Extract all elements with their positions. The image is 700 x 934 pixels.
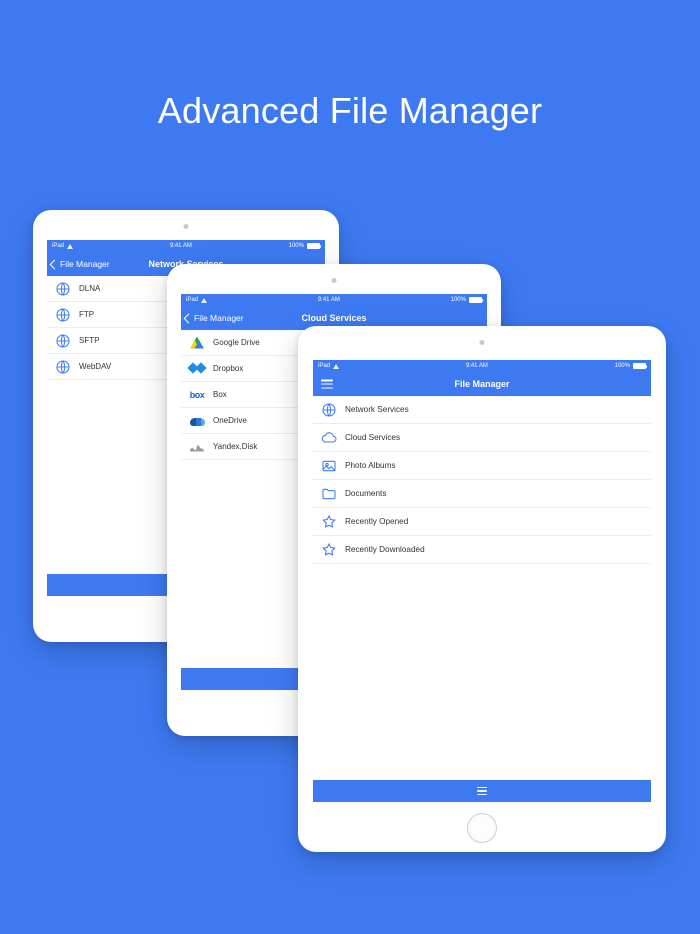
item-label: Box [213, 390, 227, 399]
list-item[interactable]: Documents [313, 480, 651, 508]
back-label: File Manager [194, 313, 244, 323]
yandex-disk-icon [189, 439, 205, 455]
item-label: Yandex.Disk [213, 442, 257, 451]
wifi-icon [67, 244, 73, 249]
onedrive-icon [189, 413, 205, 429]
list-main: Network Services Cloud Services Photo Al… [313, 396, 651, 780]
battery-icon [469, 297, 482, 303]
status-bar: iPad 9:41 AM 100% [181, 294, 487, 306]
back-button[interactable]: File Manager [51, 252, 110, 276]
tablet-main: iPad 9:41 AM 100% File Manager Net [298, 326, 666, 852]
google-drive-icon [189, 335, 205, 351]
nav-bar: File Manager [313, 372, 651, 396]
status-battery-label: 100% [451, 297, 466, 303]
photo-icon [321, 458, 337, 474]
item-label: Documents [345, 489, 386, 498]
star-icon [321, 514, 337, 530]
network-icon [55, 281, 71, 297]
bottom-bar [313, 780, 651, 802]
battery-icon [307, 243, 320, 249]
status-time: 9:41 AM [466, 363, 488, 369]
status-battery-label: 100% [615, 363, 630, 369]
list-item[interactable]: Recently Opened [313, 508, 651, 536]
nav-title: File Manager [454, 379, 509, 389]
item-label: Dropbox [213, 364, 243, 373]
cloud-icon [321, 430, 337, 446]
menu-button[interactable] [321, 380, 333, 389]
status-battery-label: 100% [289, 243, 304, 249]
wifi-icon [201, 298, 207, 303]
chevron-left-icon [184, 313, 194, 323]
list-item[interactable]: Photo Albums [313, 452, 651, 480]
wifi-icon [333, 364, 339, 369]
status-bar: iPad 9:41 AM 100% [313, 360, 651, 372]
item-label: Photo Albums [345, 461, 396, 470]
status-carrier: iPad [52, 243, 64, 249]
back-button[interactable]: File Manager [185, 306, 244, 330]
status-carrier: iPad [186, 297, 198, 303]
network-icon [321, 402, 337, 418]
item-label: Cloud Services [345, 433, 400, 442]
item-label: DLNA [79, 284, 100, 293]
folder-icon [321, 486, 337, 502]
star-icon [321, 542, 337, 558]
item-label: SFTP [79, 336, 99, 345]
box-icon: box [189, 387, 205, 403]
list-item[interactable]: Recently Downloaded [313, 536, 651, 564]
screen-main: iPad 9:41 AM 100% File Manager Net [313, 360, 651, 802]
nav-title: Cloud Services [301, 313, 366, 323]
network-icon [55, 359, 71, 375]
battery-icon [633, 363, 646, 369]
list-item[interactable]: Cloud Services [313, 424, 651, 452]
chevron-left-icon [50, 259, 60, 269]
list-view-icon[interactable] [477, 787, 487, 795]
item-label: Recently Opened [345, 517, 408, 526]
tablet-stage: iPad 9:41 AM 100% File Manager Network S… [0, 210, 700, 934]
item-label: OneDrive [213, 416, 247, 425]
status-time: 9:41 AM [318, 297, 340, 303]
status-time: 9:41 AM [170, 243, 192, 249]
item-label: Recently Downloaded [345, 545, 425, 554]
item-label: FTP [79, 310, 94, 319]
network-icon [55, 333, 71, 349]
back-label: File Manager [60, 259, 110, 269]
item-label: WebDAV [79, 362, 111, 371]
item-label: Google Drive [213, 338, 260, 347]
item-label: Network Services [345, 405, 409, 414]
headline: Advanced File Manager [0, 0, 700, 132]
status-bar: iPad 9:41 AM 100% [47, 240, 325, 252]
list-item[interactable]: Network Services [313, 396, 651, 424]
network-icon [55, 307, 71, 323]
status-carrier: iPad [318, 363, 330, 369]
dropbox-icon [189, 361, 205, 377]
